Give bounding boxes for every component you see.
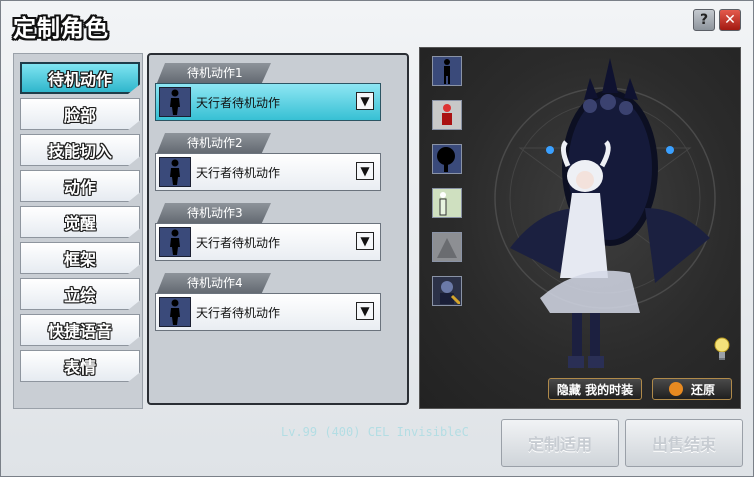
slot-tab-4: 待机动作4 (157, 273, 271, 293)
hide-my-costume-button[interactable]: 隐藏 我的时装 (548, 378, 642, 400)
chevron-down-icon[interactable]: ▼ (356, 162, 374, 180)
restore-label: 还原 (690, 382, 715, 397)
category-frame[interactable]: 框架 (20, 242, 140, 274)
silhouette-icon (159, 87, 191, 117)
slot-select-1[interactable]: 天行者待机动作 ▼ (155, 83, 381, 121)
category-emote[interactable]: 表情 (20, 350, 140, 382)
customize-character-window: 定制角色 ? ✕ 待机动作 脸部 技能切入 动作 觉醒 框架 立绘 快捷语音 表… (0, 0, 754, 477)
gray-figure-icon[interactable] (432, 232, 462, 262)
dark-figure-icon[interactable] (432, 144, 462, 174)
chevron-down-icon[interactable]: ▼ (356, 232, 374, 250)
slot-value-3: 天行者待机动作 (196, 236, 281, 250)
end-sale-button[interactable]: 出售结束 (625, 419, 743, 467)
slot-select-4[interactable]: 天行者待机动作 ▼ (155, 293, 381, 331)
category-motion[interactable]: 动作 (20, 170, 140, 202)
category-face[interactable]: 脸部 (20, 98, 140, 130)
slot-tab-1: 待机动作1 (157, 63, 271, 83)
close-button[interactable]: ✕ (719, 9, 741, 31)
category-panel: 待机动作 脸部 技能切入 动作 觉醒 框架 立绘 快捷语音 表情 (13, 53, 143, 409)
slot-value-2: 天行者待机动作 (196, 166, 281, 180)
slot-value-4: 天行者待机动作 (196, 306, 281, 320)
lightbulb-icon[interactable] (714, 336, 730, 362)
silhouette-icon (159, 297, 191, 327)
window-title: 定制角色 (13, 16, 109, 42)
slot-tab-3: 待机动作3 (157, 203, 271, 223)
category-idle-motion[interactable]: 待机动作 (20, 62, 140, 94)
restore-button[interactable]: 还原 (652, 378, 732, 400)
character-art (494, 58, 716, 368)
background-game-text: Lv.99 (400) CEL InvisibleC (281, 425, 469, 439)
slot-tab-2: 待机动作2 (157, 133, 271, 153)
refresh-icon (668, 382, 683, 396)
standing-silhouette-icon[interactable] (432, 56, 462, 86)
help-button[interactable]: ? (693, 9, 715, 31)
red-figure-icon[interactable] (432, 100, 462, 130)
slot-panel: 待机动作1 天行者待机动作 ▼ 待机动作2 天行者待机动作 ▼ 待机动作3 天行… (147, 53, 409, 405)
category-awakening[interactable]: 觉醒 (20, 206, 140, 238)
category-illustration[interactable]: 立绘 (20, 278, 140, 310)
slot-select-3[interactable]: 天行者待机动作 ▼ (155, 223, 381, 261)
apply-customization-button[interactable]: 定制适用 (501, 419, 619, 467)
category-skill-cutin[interactable]: 技能切入 (20, 134, 140, 166)
slot-value-1: 天行者待机动作 (196, 96, 281, 110)
category-quick-voice[interactable]: 快捷语音 (20, 314, 140, 346)
character-portrait-icon[interactable] (432, 276, 462, 306)
silhouette-icon (159, 227, 191, 257)
chevron-down-icon[interactable]: ▼ (356, 92, 374, 110)
character-preview: 隐藏 我的时装 还原 (419, 47, 741, 409)
silhouette-icon (159, 157, 191, 187)
chevron-down-icon[interactable]: ▼ (356, 302, 374, 320)
green-figure-icon[interactable] (432, 188, 462, 218)
title-bar: 定制角色 ? ✕ (1, 1, 753, 47)
slot-select-2[interactable]: 天行者待机动作 ▼ (155, 153, 381, 191)
